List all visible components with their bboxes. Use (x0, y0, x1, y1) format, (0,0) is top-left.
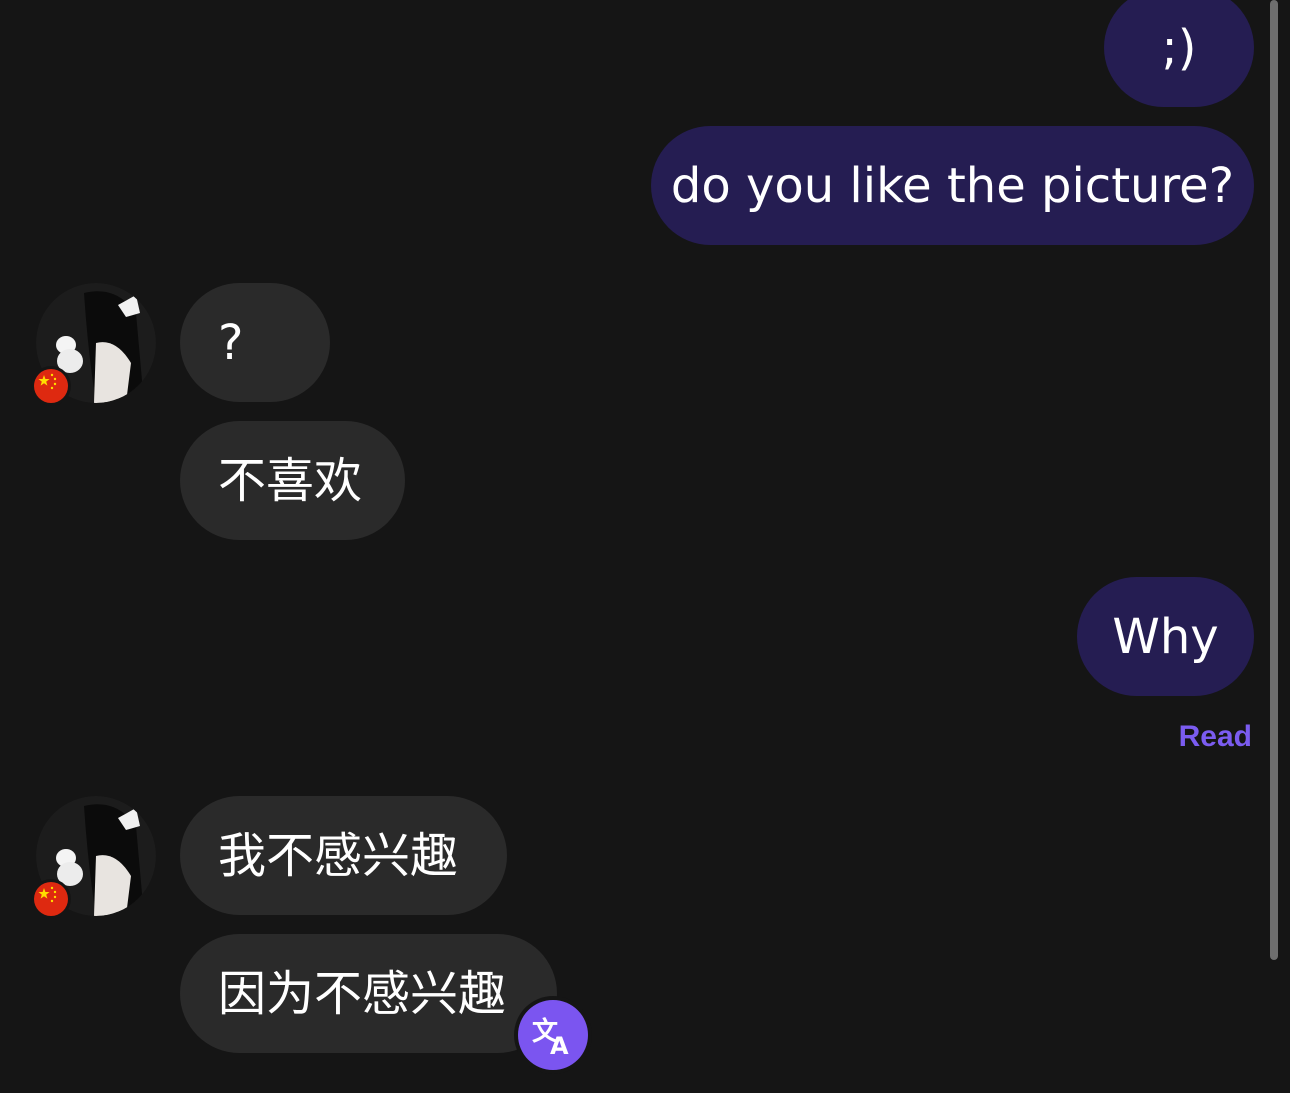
message-text: Why (1112, 608, 1219, 665)
avatar[interactable] (31, 283, 156, 406)
translate-button[interactable]: 文 A (514, 996, 592, 1074)
message-text: ;) (1161, 19, 1197, 76)
message-text: ? (218, 314, 244, 371)
outgoing-message[interactable]: Why (1077, 577, 1254, 696)
message-text: 因为不感兴趣 (218, 965, 507, 1022)
translate-icon: 文 A (518, 1000, 588, 1070)
incoming-message[interactable]: 因为不感兴趣 (180, 934, 557, 1053)
avatar[interactable] (31, 796, 156, 919)
outgoing-message[interactable]: do you like the picture? (651, 126, 1254, 245)
incoming-message[interactable]: 不喜欢 (180, 421, 405, 540)
outgoing-message[interactable]: ;) (1104, 0, 1254, 107)
message-text: 我不感兴趣 (218, 827, 459, 884)
message-text: do you like the picture? (670, 157, 1235, 214)
china-flag-icon (31, 879, 71, 919)
incoming-message[interactable]: 我不感兴趣 (180, 796, 507, 915)
message-text: 不喜欢 (218, 452, 363, 509)
incoming-message[interactable]: ? (180, 283, 330, 402)
read-receipt: Read (1178, 720, 1252, 753)
svg-text:A: A (550, 1032, 569, 1058)
china-flag-icon (31, 366, 71, 406)
scrollbar[interactable] (1270, 0, 1278, 960)
